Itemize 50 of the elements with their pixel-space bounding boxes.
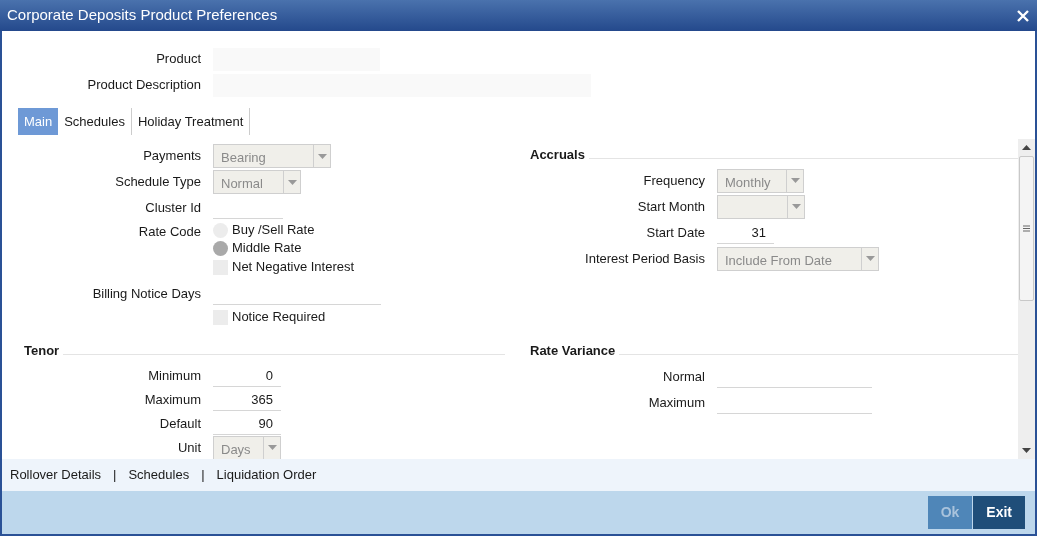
dropdown-caret-icon [865, 256, 875, 261]
section-title: Accruals [530, 146, 585, 164]
close-icon[interactable] [1017, 9, 1029, 22]
dropdown-caret-icon [267, 445, 277, 450]
footer-link[interactable]: Schedules [128, 465, 190, 485]
radio-label: Buy /Sell Rate [232, 221, 315, 240]
footer-link[interactable]: Rollover Details [10, 465, 102, 485]
field-label: Minimum [147, 366, 202, 385]
scroll-up-icon[interactable] [1022, 145, 1031, 150]
checkbox-label: Net Negative Interest [232, 258, 355, 277]
dropdown-caret-icon [790, 178, 800, 183]
link-separator: | [200, 466, 206, 485]
radio-label: Middle Rate [232, 239, 302, 258]
dropdown-caret-icon [791, 204, 801, 209]
dropdown-caret-icon [317, 153, 327, 159]
grip-icon [1023, 225, 1030, 232]
field-label: Rate Code [137, 223, 202, 241]
input-field[interactable]: 90 [213, 412, 281, 435]
field-label: Cluster Id [144, 199, 202, 218]
tab[interactable]: Holiday Treatment [131, 108, 251, 135]
link-separator: | [112, 466, 118, 485]
input-field[interactable]: 0 [213, 364, 281, 387]
field-label: Schedule Type [114, 173, 202, 192]
field-label: Frequency [642, 171, 706, 190]
field-label: Default [158, 414, 202, 433]
radio-button[interactable] [213, 240, 228, 256]
checkbox-label: Notice Required [232, 308, 326, 327]
dialog-button: Ok [927, 496, 973, 529]
field-label: Unit [176, 438, 202, 457]
field-label: Billing Notice Days [91, 285, 202, 304]
window-title: Corporate Deposits Product Preferences [7, 5, 278, 26]
scrollbar[interactable] [1018, 139, 1035, 459]
dropdown-caret-icon [287, 179, 297, 185]
field-label: Interest Period Basis [584, 249, 706, 268]
dialog-button[interactable]: Exit [973, 496, 1025, 529]
field-label: Maximum [143, 390, 202, 409]
footer-link[interactable]: Liquidation Order [216, 465, 317, 485]
section-title: Tenor [24, 342, 60, 360]
field-label: Payments [142, 147, 202, 166]
field-label: Normal [662, 367, 706, 386]
input-field[interactable]: 31 [717, 221, 774, 244]
input-field[interactable]: 365 [213, 388, 281, 411]
tab[interactable]: Schedules [58, 108, 132, 135]
field-label: Maximum [647, 393, 706, 412]
scroll-down-icon[interactable] [1022, 448, 1031, 453]
field-label: Product [155, 50, 202, 69]
field-label: Start Date [645, 223, 706, 242]
field-label: Start Month [636, 197, 706, 216]
section-title: Rate Variance [530, 342, 616, 360]
field-label: Product Description [86, 76, 202, 95]
